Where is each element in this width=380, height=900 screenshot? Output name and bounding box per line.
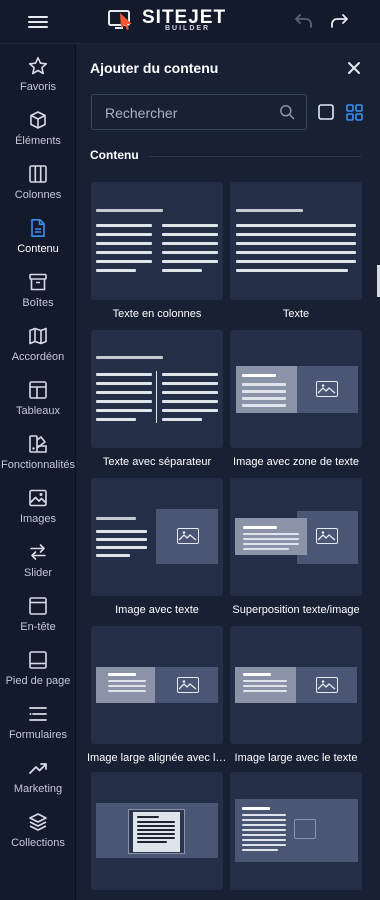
image-placeholder-icon [316, 381, 338, 397]
card-image-avec-zone-de-texte[interactable] [230, 330, 362, 448]
hamburger-menu-icon[interactable] [28, 13, 48, 31]
sidebar-item-collections[interactable]: Collections [0, 804, 76, 858]
card-image-avec-texte[interactable] [91, 478, 223, 596]
search-icon[interactable] [279, 104, 295, 120]
search-box [91, 94, 307, 130]
sidebar-item-label: Boîtes [22, 297, 54, 309]
card-texte[interactable] [230, 182, 362, 300]
card-texte-avec-separateur[interactable] [91, 330, 223, 448]
close-icon[interactable] [346, 60, 362, 76]
sidebar-item-en-tete[interactable]: En-tête [0, 588, 76, 642]
sidebar-item-label: En-tête [20, 621, 56, 633]
panel-title: Ajouter du contenu [90, 60, 219, 76]
sidebar-item-label: Contenu [17, 243, 59, 255]
star-icon [28, 57, 48, 75]
card-superposition-texte-image[interactable] [230, 478, 362, 596]
sidebar-item-label: Slider [23, 567, 53, 579]
sidebar-item-favoris[interactable]: Favoris [0, 48, 76, 102]
image-placeholder-icon [316, 528, 338, 544]
card-label: Texte avec séparateur [102, 456, 212, 468]
section-divider [149, 156, 361, 157]
sidebar-item-label: Fonctionnalités [1, 459, 75, 471]
image-icon [29, 489, 47, 507]
archive-box-icon [29, 273, 47, 291]
sidebar-item-label: Formulaires [8, 729, 68, 741]
logo-subtitle: BUILDER [165, 25, 211, 32]
sidebar-item-accordeon[interactable]: Accordéon [0, 318, 76, 372]
header-window-icon [29, 597, 47, 615]
card-label: Image avec texte [115, 604, 199, 616]
left-sidebar: Favoris Éléments Colonnes Contenu Boîtes… [0, 44, 76, 900]
sidebar-item-label: Accordéon [11, 351, 65, 363]
card-image-large-alignee[interactable] [91, 626, 223, 744]
sidebar-item-label: Marketing [13, 783, 63, 795]
cube-icon [30, 111, 46, 129]
sidebar-item-marketing[interactable]: Marketing [0, 750, 76, 804]
sidebar-item-label: Éléments [15, 135, 61, 147]
sidebar-item-label: Tableaux [15, 405, 61, 417]
card-image-large-avec-le-texte[interactable] [230, 626, 362, 744]
map-fold-icon [29, 327, 47, 345]
sidebar-item-contenu[interactable]: Contenu [0, 210, 76, 264]
document-icon [31, 219, 45, 237]
card-text-over-image[interactable] [230, 772, 362, 890]
sidebar-item-formulaires[interactable]: Formulaires [0, 696, 76, 750]
grid-view-icon[interactable] [346, 104, 363, 121]
sidebar-item-slider[interactable]: Slider [0, 534, 76, 588]
sidebar-item-label: Colonnes [14, 189, 62, 201]
sidebar-item-label: Collections [11, 837, 65, 849]
redo-icon[interactable] [329, 11, 349, 31]
sitejet-logo: SITEJET BUILDER [108, 7, 238, 36]
card-label: Texte [282, 308, 310, 320]
card-label: Superposition texte/image [232, 604, 360, 616]
logo-monitor-icon [108, 10, 132, 30]
swatch-icon [29, 435, 47, 453]
sidebar-item-colonnes[interactable]: Colonnes [0, 156, 76, 210]
sidebar-item-label: Pied de page [5, 675, 71, 687]
sidebar-item-pied-de-page[interactable]: Pied de page [0, 642, 76, 696]
single-view-icon[interactable] [318, 104, 334, 120]
image-placeholder-icon [316, 677, 338, 693]
card-image-centered-text-overlay[interactable] [91, 772, 223, 890]
table-icon [29, 381, 47, 399]
arrows-swap-icon [30, 544, 46, 560]
card-texte-en-colonnes[interactable] [91, 182, 223, 300]
footer-window-icon [29, 651, 47, 669]
card-label: Texte en colonnes [112, 308, 202, 320]
sidebar-item-elements[interactable]: Éléments [0, 102, 76, 156]
section-label: Contenu [90, 148, 139, 162]
sidebar-item-tableaux[interactable]: Tableaux [0, 372, 76, 426]
add-content-panel: Ajouter du contenu Contenu Texte en colo… [76, 44, 380, 900]
card-label: Image large avec le texte [234, 752, 358, 764]
image-placeholder-icon [177, 677, 199, 693]
sidebar-item-images[interactable]: Images [0, 480, 76, 534]
image-placeholder-icon [177, 528, 199, 544]
sidebar-item-label: Images [19, 513, 57, 525]
top-bar: SITEJET BUILDER [0, 0, 380, 44]
search-input[interactable] [105, 103, 275, 123]
sidebar-item-fonctionnalites[interactable]: Fonctionnalités [0, 426, 76, 480]
sidebar-item-label: Favoris [19, 81, 57, 93]
card-label: Image large alignée avec le texte [87, 752, 227, 764]
form-lines-icon [29, 707, 47, 721]
trend-up-icon [29, 763, 47, 774]
undo-icon[interactable] [294, 11, 314, 31]
card-label: Image avec zone de texte [233, 456, 359, 468]
sidebar-item-boites[interactable]: Boîtes [0, 264, 76, 318]
layers-icon [29, 813, 47, 831]
columns-icon [29, 165, 47, 183]
